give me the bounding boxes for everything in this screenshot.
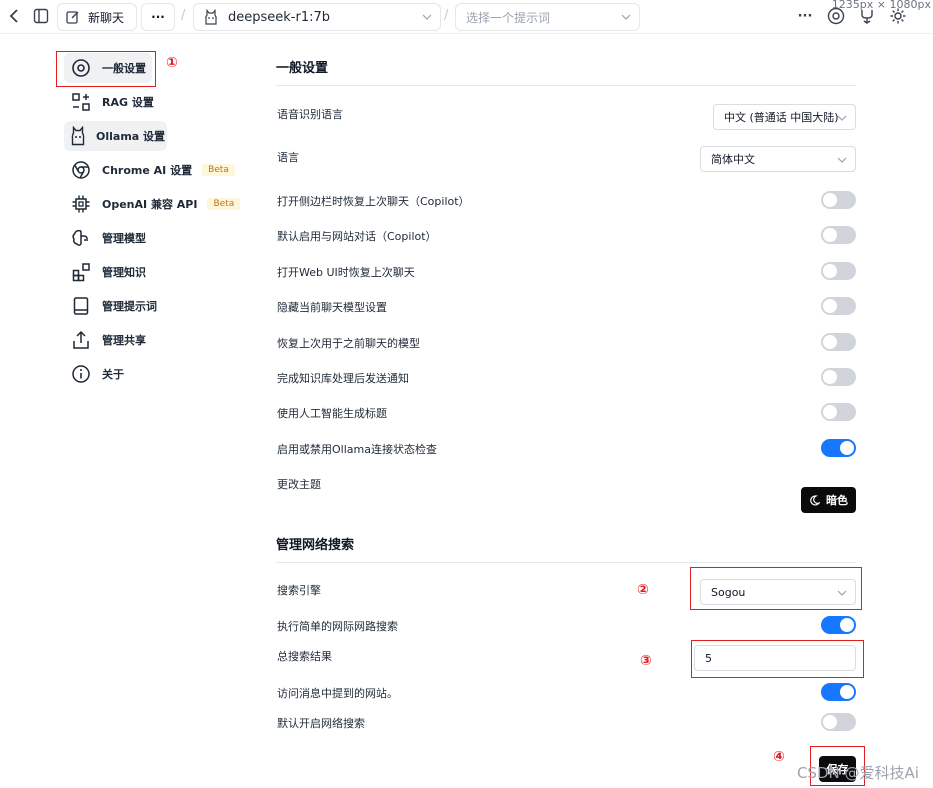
brain-icon — [70, 227, 92, 249]
annotation-number-4: ④ — [773, 749, 785, 765]
separator: / — [444, 8, 449, 23]
sidebar-item-prompts[interactable]: 管理提示词 — [64, 291, 163, 321]
annotation-number-2: ② — [637, 582, 649, 598]
sidebar-item-label: Chrome AI 设置 — [102, 164, 193, 177]
chrome-icon — [70, 159, 92, 181]
toggle-label: 完成知识库处理后发送通知 — [277, 372, 409, 385]
annotation-number-3: ③ — [640, 653, 652, 669]
language-label: 语言 — [277, 151, 299, 164]
visit-sites-toggle[interactable] — [821, 683, 856, 701]
general-settings-title: 一般设置 — [276, 61, 329, 76]
model-select[interactable]: deepseek-r1:7b — [193, 3, 441, 31]
toggle-label: 隐藏当前聊天模型设置 — [277, 301, 387, 314]
restore-chat-sidebar-toggle[interactable] — [821, 191, 856, 209]
prompt-placeholder: 选择一个提示词 — [466, 10, 551, 25]
divider — [276, 85, 856, 86]
more-menu-button[interactable]: ··· — [794, 6, 816, 26]
ai-title-toggle[interactable] — [821, 403, 856, 421]
toggle-label: 默认启用与网站对话（Copilot） — [277, 230, 437, 243]
chip-icon — [70, 193, 92, 215]
more-options-button[interactable]: ··· — [141, 3, 175, 31]
top-bar: 新聊天 ··· / deepseek-r1:7b / 选择一个提示词 ··· 1… — [0, 0, 933, 34]
default-web-search-toggle[interactable] — [821, 713, 856, 731]
ollama-status-check-toggle[interactable] — [821, 439, 856, 457]
total-results-label: 总搜索结果 — [277, 650, 332, 663]
new-chat-button[interactable]: 新聊天 — [57, 3, 137, 31]
chevron-down-icon — [837, 157, 847, 163]
moon-icon — [809, 494, 820, 506]
sidebar-item-knowledge[interactable]: 管理知识 — [64, 257, 152, 287]
sidebar-item-ollama[interactable]: Ollama 设置 — [64, 121, 167, 151]
chat-with-website-toggle[interactable] — [821, 226, 856, 244]
annotation-box-2 — [690, 567, 862, 610]
sidebar-toggle-icon[interactable] — [30, 5, 52, 27]
sidebar-item-about[interactable]: 关于 — [64, 359, 130, 389]
share-icon — [70, 329, 92, 351]
search-engine-label: 搜索引擎 — [277, 584, 321, 597]
sidebar-item-rag[interactable]: RAG 设置 — [64, 87, 160, 117]
edit-icon — [66, 10, 80, 24]
sidebar-item-models[interactable]: 管理模型 — [64, 223, 152, 253]
change-theme-label: 更改主题 — [277, 478, 321, 491]
ollama-icon — [204, 9, 218, 25]
speech-language-select[interactable]: 中文 (普通话 中国大陆) — [713, 104, 856, 130]
beta-badge: Beta — [202, 164, 235, 176]
hide-model-settings-toggle[interactable] — [821, 297, 856, 315]
back-chevron-icon[interactable] — [4, 5, 26, 27]
sidebar-item-label: Ollama 设置 — [96, 130, 166, 143]
model-name: deepseek-r1:7b — [228, 9, 331, 25]
visit-sites-label: 访问消息中提到的网站。 — [277, 687, 398, 700]
language-value: 简体中文 — [711, 153, 755, 166]
beta-badge: Beta — [207, 198, 241, 210]
speech-language-value: 中文 (普通话 中国大陆) — [724, 111, 839, 124]
sidebar-item-label: 管理提示词 — [102, 300, 157, 313]
sidebar-item-label: 管理共享 — [102, 334, 146, 347]
annotation-box-1 — [56, 51, 156, 87]
dimension-overlay: 1235px × 1080px — [831, 0, 931, 11]
web-search-title: 管理网络搜索 — [276, 538, 355, 553]
toggle-label: 恢复上次用于之前聊天的模型 — [277, 337, 420, 350]
language-select[interactable]: 简体中文 — [700, 146, 856, 172]
simple-search-label: 执行简单的网际网路搜索 — [277, 620, 398, 633]
sidebar-item-label: 管理知识 — [102, 266, 146, 279]
annotation-box-3 — [691, 640, 864, 678]
blocks-icon — [70, 261, 92, 283]
book-icon — [70, 295, 92, 317]
restore-last-model-toggle[interactable] — [821, 333, 856, 351]
dark-theme-button[interactable]: 暗色 — [801, 487, 856, 513]
sidebar-item-label: RAG 设置 — [102, 96, 154, 109]
chevron-down-icon — [422, 14, 432, 20]
chevron-down-icon — [837, 115, 847, 121]
speech-language-label: 语音识别语言 — [277, 108, 343, 121]
watermark: CSDN @爱科技Ai — [797, 764, 919, 782]
separator: / — [181, 8, 186, 23]
chevron-down-icon — [621, 14, 631, 20]
simple-search-toggle[interactable] — [821, 616, 856, 634]
default-web-search-label: 默认开启网络搜索 — [277, 717, 365, 730]
theme-button-label: 暗色 — [826, 494, 848, 507]
info-icon — [70, 363, 92, 385]
sidebar-item-openai-api[interactable]: OpenAI 兼容 API Beta — [64, 189, 246, 219]
toggle-label: 启用或禁用Ollama连接状态检查 — [277, 443, 437, 456]
divider — [276, 562, 856, 563]
sidebar-item-chrome-ai[interactable]: Chrome AI 设置 Beta — [64, 155, 241, 185]
prompt-select[interactable]: 选择一个提示词 — [455, 3, 640, 31]
new-chat-label: 新聊天 — [88, 10, 125, 25]
sidebar-item-label: 管理模型 — [102, 232, 146, 245]
toggle-label: 打开侧边栏时恢复上次聊天（Copilot） — [277, 195, 470, 208]
toggle-label: 打开Web UI时恢复上次聊天 — [277, 266, 415, 279]
sidebar-item-sharing[interactable]: 管理共享 — [64, 325, 152, 355]
restore-chat-webui-toggle[interactable] — [821, 262, 856, 280]
rag-icon — [70, 91, 92, 113]
toggle-label: 使用人工智能生成标题 — [277, 407, 387, 420]
knowledge-notify-toggle[interactable] — [821, 368, 856, 386]
annotation-number-1: ① — [166, 55, 178, 71]
ollama-icon — [70, 125, 86, 147]
sidebar-item-label: OpenAI 兼容 API — [102, 198, 198, 211]
sidebar-item-label: 关于 — [102, 368, 124, 381]
